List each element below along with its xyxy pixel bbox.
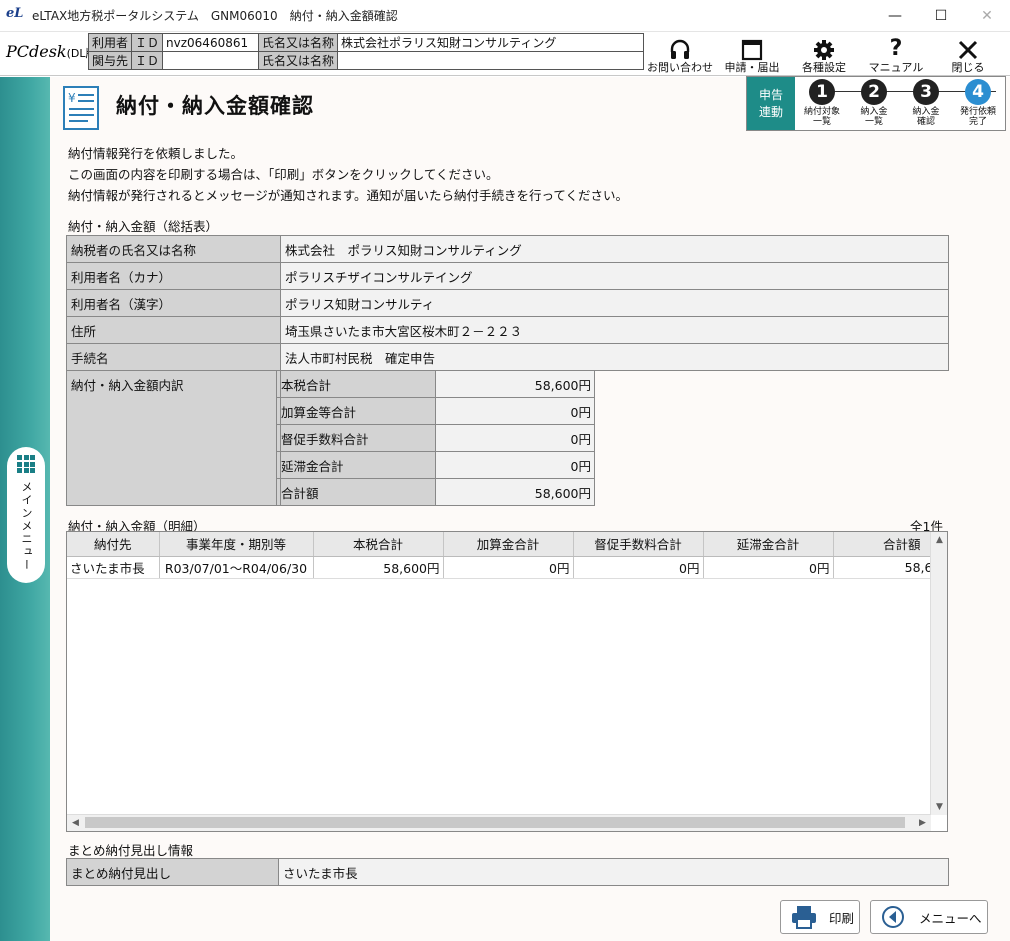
payment-document-icon: ¥ — [63, 86, 99, 130]
settings-button[interactable]: 各種設定 — [788, 32, 860, 76]
user-name-label: 氏名又は名称 — [258, 33, 339, 52]
table-row: 手続名 法人市町村民税 確定申告 — [66, 343, 949, 371]
main-menu-label: メインメニュー — [20, 481, 33, 572]
scroll-left-icon[interactable]: ◀ — [67, 818, 84, 828]
detail-grid[interactable]: 納付先 事業年度・期別等 本税合計 加算金合計 督促手数料合計 延滞金合計 合計… — [66, 531, 948, 832]
menu-button[interactable]: メニューへ — [870, 900, 988, 934]
maximize-button[interactable]: ☐ — [918, 0, 964, 32]
user-info-table: 利用者 ＩＤ nvz06460861 氏名又は名称 株式会社ポラリス知財コンサル… — [87, 33, 645, 70]
column-header[interactable]: 事業年度・期別等 — [159, 532, 314, 557]
table-row: 合計額 58,600円 — [276, 478, 595, 506]
step-2: 2 納入金 一覧 — [851, 79, 897, 127]
app-header: PCdesk(DL版) 利用者 ＩＤ nvz06460861 氏名又は名称 株式… — [0, 32, 1010, 76]
minimize-button[interactable]: — — [872, 0, 918, 32]
column-header[interactable]: 本税合計 — [313, 532, 444, 557]
question-icon: ? — [889, 36, 903, 61]
agent-id-label: ＩＤ — [131, 51, 164, 70]
agent-name-value — [337, 51, 645, 70]
close-icon — [958, 40, 978, 60]
back-arrow-icon — [882, 906, 904, 928]
column-header[interactable]: 延滞金合計 — [703, 532, 834, 557]
left-sidebar: メインメニュー — [0, 77, 50, 941]
user-id-value: nvz06460861 — [162, 33, 260, 52]
pcdesk-logo: PCdesk(DL版) — [6, 42, 101, 61]
declaration-link-badge: 申告 連動 — [747, 77, 795, 130]
scroll-thumb[interactable] — [85, 817, 905, 828]
scroll-down-icon[interactable]: ▼ — [931, 802, 947, 812]
headset-icon — [670, 39, 690, 59]
scroll-right-icon[interactable]: ▶ — [914, 818, 931, 828]
step-4-current: 4 発行依頼 完了 — [955, 79, 1001, 127]
step-3: 3 納入金 確認 — [903, 79, 949, 127]
breakdown-label: 納付・納入金額内訳 — [66, 370, 281, 506]
user-label: 利用者 — [87, 33, 133, 52]
column-header[interactable]: 納付先 — [67, 532, 160, 557]
step-1: 1 納付対象 一覧 — [799, 79, 845, 127]
table-row: 利用者名（漢字） ポラリス知財コンサルティ — [66, 289, 949, 317]
scroll-up-icon[interactable]: ▲ — [931, 535, 947, 545]
table-row: 納税者の氏名又は名称 株式会社 ポラリス知財コンサルティング — [66, 235, 949, 263]
table-row[interactable]: さいたま市長 R03/07/01～R04/06/30 58,600円 0円 0円… — [67, 556, 934, 579]
table-row: 住所 埼玉県さいたま市大宮区桜木町２－２２３ — [66, 316, 949, 344]
table-row: 延滞金合計 0円 — [276, 451, 595, 479]
vertical-scrollbar[interactable]: ▲ ▼ — [930, 532, 947, 815]
page-title: 納付・納入金額確認 — [116, 94, 314, 118]
agent-label: 関与先 — [87, 51, 133, 70]
matome-heading: まとめ納付見出し情報 — [68, 843, 194, 858]
table-header-row: 納付先 事業年度・期別等 本税合計 加算金合計 督促手数料合計 延滞金合計 合計… — [67, 532, 934, 557]
close-app-button[interactable]: 閉じる — [932, 32, 1004, 76]
summary-heading: 納付・納入金額（総括表） — [68, 219, 219, 234]
column-header[interactable]: 加算金合計 — [443, 532, 574, 557]
step-indicator: 申告 連動 1 納付対象 一覧 2 納入金 一覧 3 納入金 確認 4 発行依頼… — [746, 76, 1006, 131]
table-row: 本税合計 58,600円 — [276, 370, 595, 398]
breakdown-table: 本税合計 58,600円 加算金等合計 0円 督促手数料合計 0円 延滞金合計 0円 合… — [276, 370, 595, 506]
table-row: まとめ納付見出し さいたま市長 — [66, 858, 949, 886]
agent-id-value — [162, 51, 260, 70]
application-button[interactable]: 申請・届出 — [716, 32, 788, 76]
window-titlebar: eL eLTAX地方税ポータルシステム GNM06010 納付・納入金額確認 —… — [0, 0, 1010, 32]
contact-button[interactable]: お問い合わせ — [644, 32, 716, 76]
print-button[interactable]: 印刷 — [780, 900, 860, 934]
agent-name-label: 氏名又は名称 — [258, 51, 339, 70]
user-id-label: ＩＤ — [131, 33, 164, 52]
detail-table: 納付先 事業年度・期別等 本税合計 加算金合計 督促手数料合計 延滞金合計 合計… — [67, 532, 934, 579]
column-header[interactable]: 合計額 — [833, 532, 934, 557]
info-message: 納付情報発行を依頼しました。 この画面の内容を印刷する場合は、「印刷」ボタンをク… — [68, 146, 629, 203]
main-content: ¥ 納付・納入金額確認 申告 連動 1 納付対象 一覧 2 納入金 一覧 3 納… — [50, 76, 1010, 941]
gear-icon — [814, 40, 834, 60]
grid-icon — [17, 455, 35, 473]
user-name-value: 株式会社ポラリス知財コンサルティング — [337, 33, 645, 52]
table-row: 利用者名（カナ） ポラリスチザイコンサルテイング — [66, 262, 949, 290]
window-close-button[interactable]: ✕ — [964, 0, 1010, 32]
breakdown-cell: 本税合計 58,600円 加算金等合計 0円 督促手数料合計 0円 延滞金合計 0円 合… — [276, 370, 949, 506]
window-icon — [741, 39, 763, 61]
horizontal-scrollbar[interactable]: ◀ ▶ — [67, 814, 931, 831]
table-row: 納付・納入金額内訳 本税合計 58,600円 加算金等合計 0円 督促手数料合計 0円… — [66, 370, 949, 506]
manual-button[interactable]: ? マニュアル — [860, 32, 932, 76]
table-row: 督促手数料合計 0円 — [276, 424, 595, 452]
eltax-logo: eL — [6, 5, 24, 21]
svg-text:¥: ¥ — [68, 91, 76, 105]
main-menu-tab[interactable]: メインメニュー — [7, 447, 45, 583]
matome-table: まとめ納付見出し さいたま市長 — [66, 858, 949, 886]
column-header[interactable]: 督促手数料合計 — [573, 532, 704, 557]
printer-icon — [792, 906, 816, 929]
table-row: 加算金等合計 0円 — [276, 397, 595, 425]
window-title: eLTAX地方税ポータルシステム GNM06010 納付・納入金額確認 — [32, 9, 398, 23]
summary-table: 納税者の氏名又は名称 株式会社 ポラリス知財コンサルティング 利用者名（カナ） ポラ… — [66, 235, 949, 506]
